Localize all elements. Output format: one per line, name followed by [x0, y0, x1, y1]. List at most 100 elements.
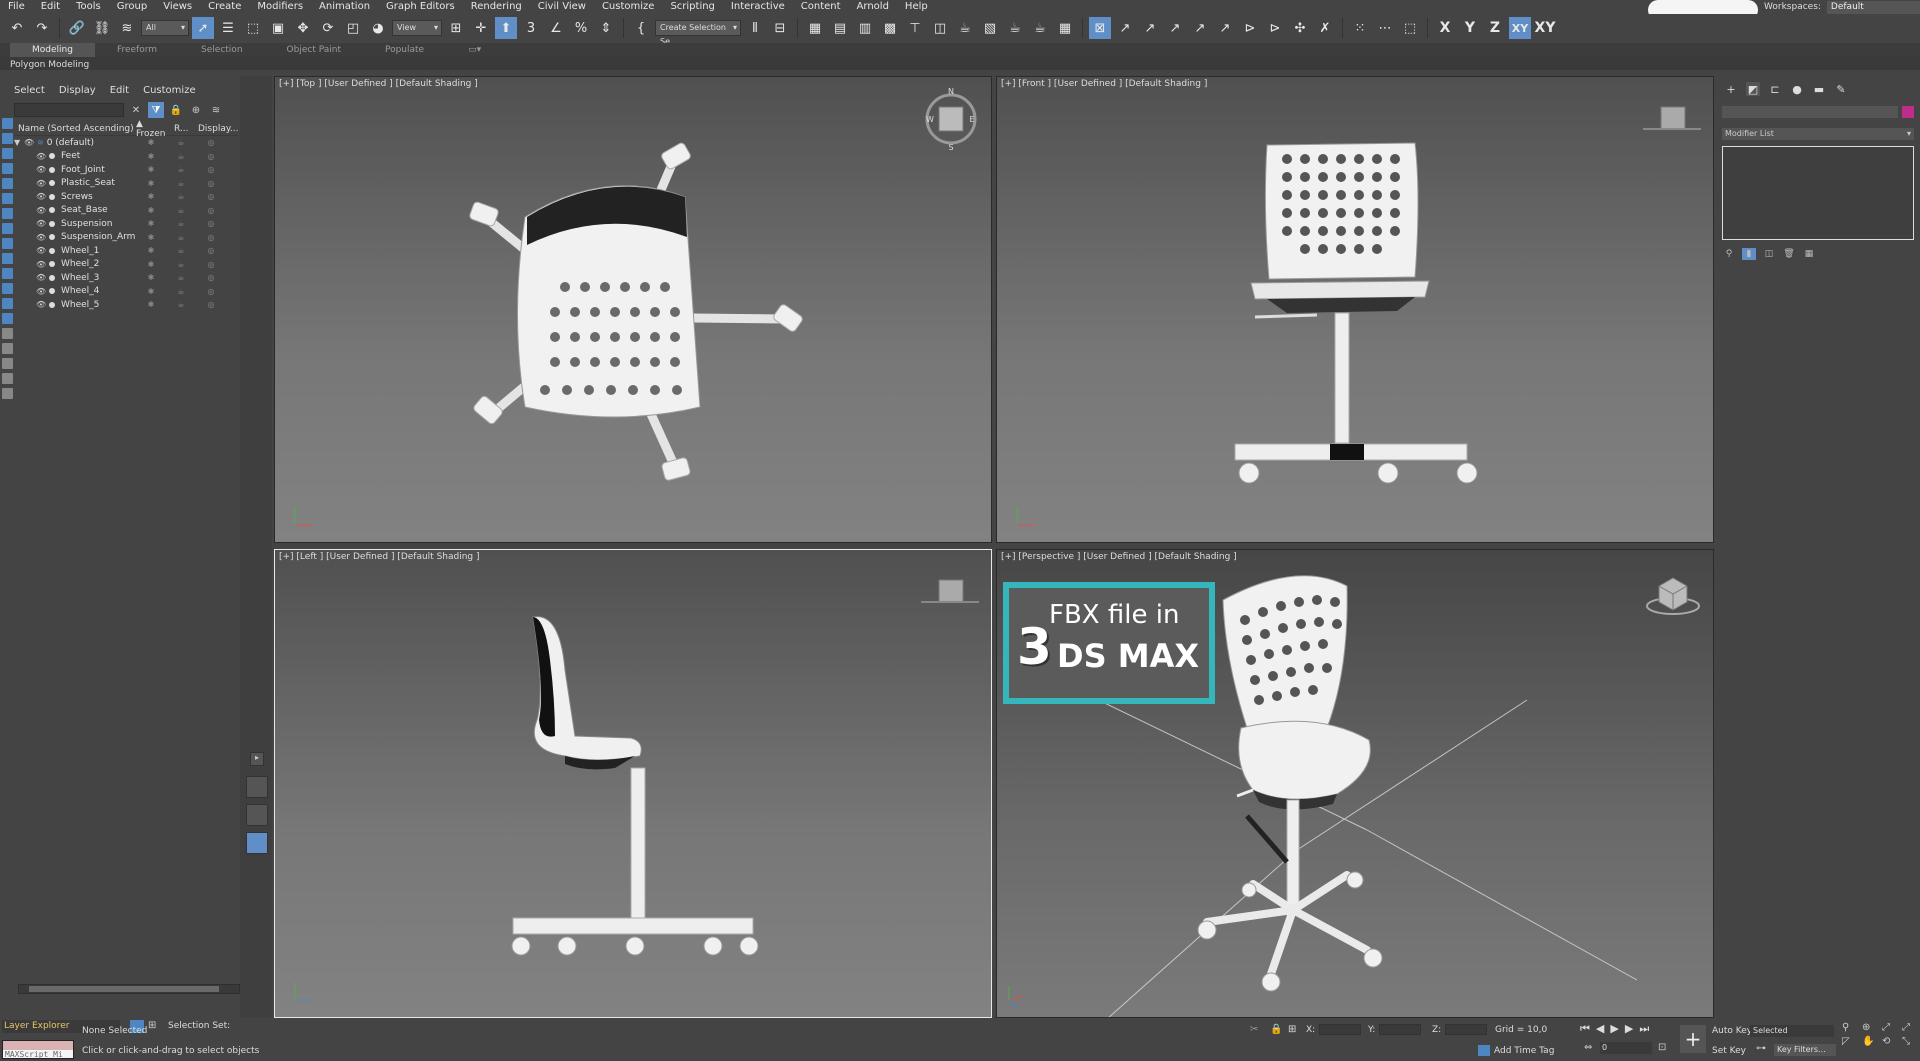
display-containers-icon[interactable]: [1, 298, 13, 309]
layer-explorer-icon[interactable]: ▤: [829, 17, 851, 39]
scene-explorer-icon[interactable]: ▦: [804, 17, 826, 39]
freeze-icon[interactable]: ✱: [136, 192, 166, 201]
freeze-icon[interactable]: ✱: [136, 138, 166, 147]
display-icon[interactable]: ◎: [196, 206, 226, 215]
schematic-view-icon[interactable]: ⊤: [904, 17, 926, 39]
curve-editor-icon[interactable]: ▩: [879, 17, 901, 39]
tab-freeform[interactable]: Freeform: [95, 43, 179, 57]
render-teapot-icon[interactable]: ☕: [166, 165, 196, 174]
display-icon[interactable]: ◎: [196, 233, 226, 242]
viewport-perspective[interactable]: [+] [Perspective ] [User Defined ] [Defa…: [996, 549, 1714, 1018]
display-icon[interactable]: ◎: [196, 273, 226, 282]
display-icon[interactable]: ◎: [196, 287, 226, 296]
render-teapot-icon[interactable]: ☕: [166, 138, 196, 147]
show-end-result-icon[interactable]: ▮: [1742, 248, 1756, 260]
freeze-icon[interactable]: ✱: [136, 179, 166, 188]
zoom-extents-icon[interactable]: ⤢: [1882, 1022, 1899, 1033]
menu-views[interactable]: Views: [155, 0, 200, 13]
display-icon[interactable]: ◎: [196, 152, 226, 161]
angle-snap-icon[interactable]: ∠: [545, 17, 567, 39]
align-icon[interactable]: ⊟: [769, 17, 791, 39]
selection-filter-dropdown[interactable]: All: [141, 20, 189, 36]
explorer-row-foot_joint[interactable]: 👁 Foot_Joint ✱ ☕ ◎: [14, 163, 238, 177]
explorer-search-input[interactable]: [14, 103, 124, 117]
menu-customize[interactable]: Customize: [594, 0, 663, 13]
filter-icon[interactable]: ⧩: [148, 102, 164, 118]
snaps-toggle-icon[interactable]: 3: [520, 17, 542, 39]
snap-midpoint-icon[interactable]: ↗: [1164, 17, 1186, 39]
grid-points-icon[interactable]: ⁙: [1349, 17, 1371, 39]
tab-modeling[interactable]: Modeling: [10, 43, 95, 57]
layout-quad-icon[interactable]: [246, 832, 268, 854]
display-icon[interactable]: ◎: [196, 192, 226, 201]
display-tab-icon[interactable]: ▬: [1812, 82, 1826, 96]
material-editor-icon[interactable]: ◫: [929, 17, 951, 39]
set-key-button[interactable]: Set Key: [1712, 1046, 1746, 1056]
display-references-icon[interactable]: [1, 328, 13, 339]
snap-edge-icon[interactable]: ↗: [1189, 17, 1211, 39]
next-frame-icon[interactable]: ▶: [1625, 1022, 1633, 1036]
go-to-end-icon[interactable]: ⏭: [1639, 1022, 1649, 1036]
axis-constraint-y[interactable]: Y: [1459, 17, 1481, 39]
spinner-snap-icon[interactable]: ⇕: [595, 17, 617, 39]
viewcube-icon[interactable]: [938, 579, 964, 603]
set-keys-icon[interactable]: +: [1680, 1025, 1706, 1053]
render-iterative-icon[interactable]: ☕: [1029, 17, 1051, 39]
visibility-eye-icon[interactable]: 👁: [24, 138, 34, 147]
menu-modifiers[interactable]: Modifiers: [249, 0, 311, 13]
render-teapot-icon[interactable]: ☕: [166, 260, 196, 269]
mirror-icon[interactable]: ⫴: [744, 17, 766, 39]
auto-key-button[interactable]: Auto Key: [1712, 1026, 1752, 1036]
menu-animation[interactable]: Animation: [311, 0, 378, 13]
window-crossing-icon[interactable]: ▣: [267, 17, 289, 39]
zoom-icon[interactable]: ⚲: [1842, 1022, 1859, 1033]
layer-row[interactable]: ▼ 👁 ≋ 0 (default) ✱ ☕ ◎: [14, 136, 238, 150]
utilities-tab-icon[interactable]: ✎: [1834, 82, 1848, 96]
render-teapot-icon[interactable]: ☕: [166, 300, 196, 309]
snap-pivot-icon[interactable]: ⊳: [1239, 17, 1261, 39]
menu-create[interactable]: Create: [200, 0, 249, 13]
scrollbar-thumb[interactable]: [29, 986, 219, 992]
ribbon-panel-label[interactable]: Polygon Modeling: [0, 60, 89, 70]
modifier-stack[interactable]: [1722, 146, 1914, 240]
menu-scripting[interactable]: Scripting: [662, 0, 722, 13]
freeze-icon[interactable]: ✱: [136, 152, 166, 161]
axis-constraint-xy-cycle[interactable]: XY: [1534, 17, 1556, 39]
clear-search-icon[interactable]: ✕: [128, 102, 144, 118]
expand-arrow-icon[interactable]: ▼: [14, 138, 24, 147]
viewport-label-front[interactable]: [+] [Front ] [User Defined ] [Default Sh…: [1001, 79, 1207, 89]
snap-options-icon[interactable]: ✗: [1314, 17, 1336, 39]
visibility-eye-icon[interactable]: 👁: [36, 192, 46, 201]
selection-lock-icon[interactable]: 🔒: [1270, 1024, 1282, 1035]
freeze-icon[interactable]: ✱: [136, 287, 166, 296]
key-filters-button[interactable]: Key Filters...: [1774, 1044, 1836, 1056]
column-frozen[interactable]: ▲ Frozen: [136, 119, 174, 139]
absolute-mode-icon[interactable]: ⊞: [1288, 1024, 1296, 1035]
layout-double-icon[interactable]: [246, 804, 268, 826]
display-all-icon[interactable]: [1, 133, 13, 144]
render-teapot-icon[interactable]: ☕: [166, 192, 196, 201]
freeze-icon[interactable]: ✱: [136, 219, 166, 228]
freeze-icon[interactable]: ✱: [136, 273, 166, 282]
explorer-row-wheel_1[interactable]: 👁 Wheel_1 ✱ ☕ ◎: [14, 244, 238, 258]
menu-content[interactable]: Content: [793, 0, 849, 13]
axis-constraint-xy[interactable]: XY: [1509, 17, 1531, 39]
select-by-name-icon[interactable]: ☰: [217, 17, 239, 39]
render-icon[interactable]: ☕: [1004, 17, 1026, 39]
display-lights-icon[interactable]: [1, 178, 13, 189]
axis-constraint-z[interactable]: Z: [1484, 17, 1506, 39]
menu-civil-view[interactable]: Civil View: [530, 0, 594, 13]
maximize-viewport-icon[interactable]: ⤡: [1902, 1036, 1919, 1047]
render-teapot-icon[interactable]: ☕: [166, 246, 196, 255]
select-manipulate-icon[interactable]: ✛: [470, 17, 492, 39]
display-none-icon[interactable]: [1, 118, 13, 129]
move-icon[interactable]: ✥: [292, 17, 314, 39]
snap-tangent-icon[interactable]: ✣: [1289, 17, 1311, 39]
tab-selection[interactable]: Selection: [179, 43, 264, 57]
render-teapot-icon[interactable]: ☕: [166, 287, 196, 296]
visibility-eye-icon[interactable]: 👁: [36, 246, 46, 255]
freeze-icon[interactable]: ✱: [136, 260, 166, 269]
edit-named-selection-icon[interactable]: {: [630, 17, 652, 39]
make-unique-icon[interactable]: ◫: [1762, 248, 1776, 260]
freeze-icon[interactable]: ✱: [136, 233, 166, 242]
